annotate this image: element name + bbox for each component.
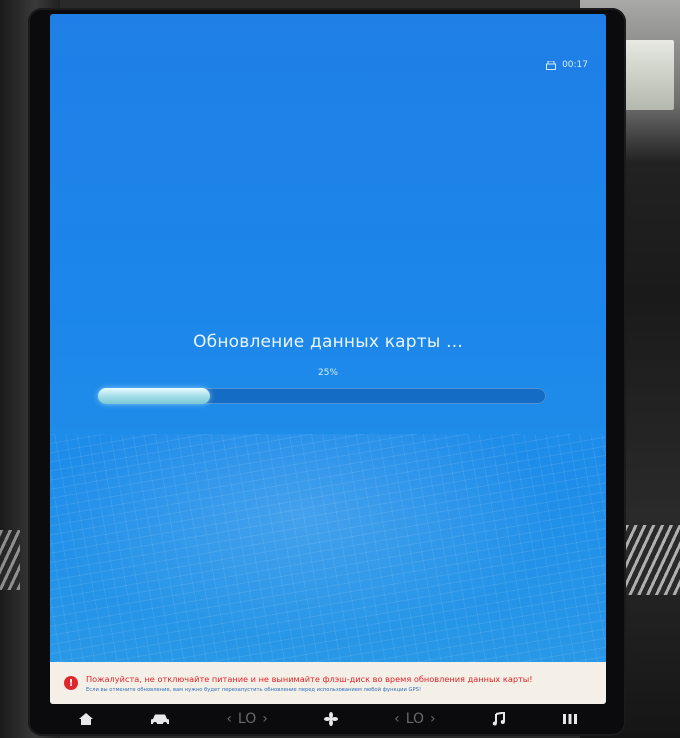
car-icon bbox=[150, 713, 170, 726]
chevron-left-icon[interactable]: ‹ bbox=[394, 711, 400, 727]
warning-banner: ! Пожалуйста, не отключайте питание и не… bbox=[50, 662, 606, 704]
background-window bbox=[624, 40, 674, 110]
left-temperature-control[interactable]: ‹ LO › bbox=[226, 711, 268, 727]
music-note-icon bbox=[492, 712, 506, 726]
exclamation-icon: ! bbox=[64, 676, 78, 690]
bottom-dock: ‹ LO › ‹ LO › bbox=[50, 705, 606, 733]
music-button[interactable] bbox=[492, 712, 506, 726]
right-temperature-value: LO bbox=[405, 711, 425, 727]
usb-drive-icon bbox=[546, 60, 557, 70]
status-bar: 00:17 bbox=[546, 60, 588, 70]
warning-message: Пожалуйста, не отключайте питание и не в… bbox=[86, 673, 533, 684]
update-title: Обновление данных карты ... bbox=[193, 332, 463, 352]
chevron-left-icon[interactable]: ‹ bbox=[226, 711, 232, 727]
chevron-right-icon[interactable]: › bbox=[430, 711, 436, 727]
terrain-mesh-graphic bbox=[50, 434, 606, 664]
progress-percent: 25% bbox=[317, 368, 338, 378]
fan-button[interactable] bbox=[323, 712, 338, 726]
left-temperature-value: LO bbox=[237, 711, 257, 727]
right-temperature-control[interactable]: ‹ LO › bbox=[394, 711, 436, 727]
status-time: 00:17 bbox=[562, 60, 588, 70]
car-button[interactable] bbox=[150, 713, 170, 726]
home-button[interactable] bbox=[78, 712, 94, 726]
update-screen: 00:17 Обновление данных карты ... 25% ! … bbox=[50, 14, 606, 704]
chevron-right-icon[interactable]: › bbox=[262, 711, 268, 727]
progress-bar-fill bbox=[98, 388, 210, 404]
air-vent-left bbox=[0, 530, 20, 590]
apps-icon bbox=[562, 713, 578, 725]
home-icon bbox=[78, 712, 94, 726]
warning-detail: Если вы отмените обновление, вам нужно б… bbox=[86, 686, 422, 693]
apps-button[interactable] bbox=[562, 713, 578, 725]
progress-bar bbox=[98, 388, 546, 404]
fan-icon bbox=[323, 712, 338, 726]
